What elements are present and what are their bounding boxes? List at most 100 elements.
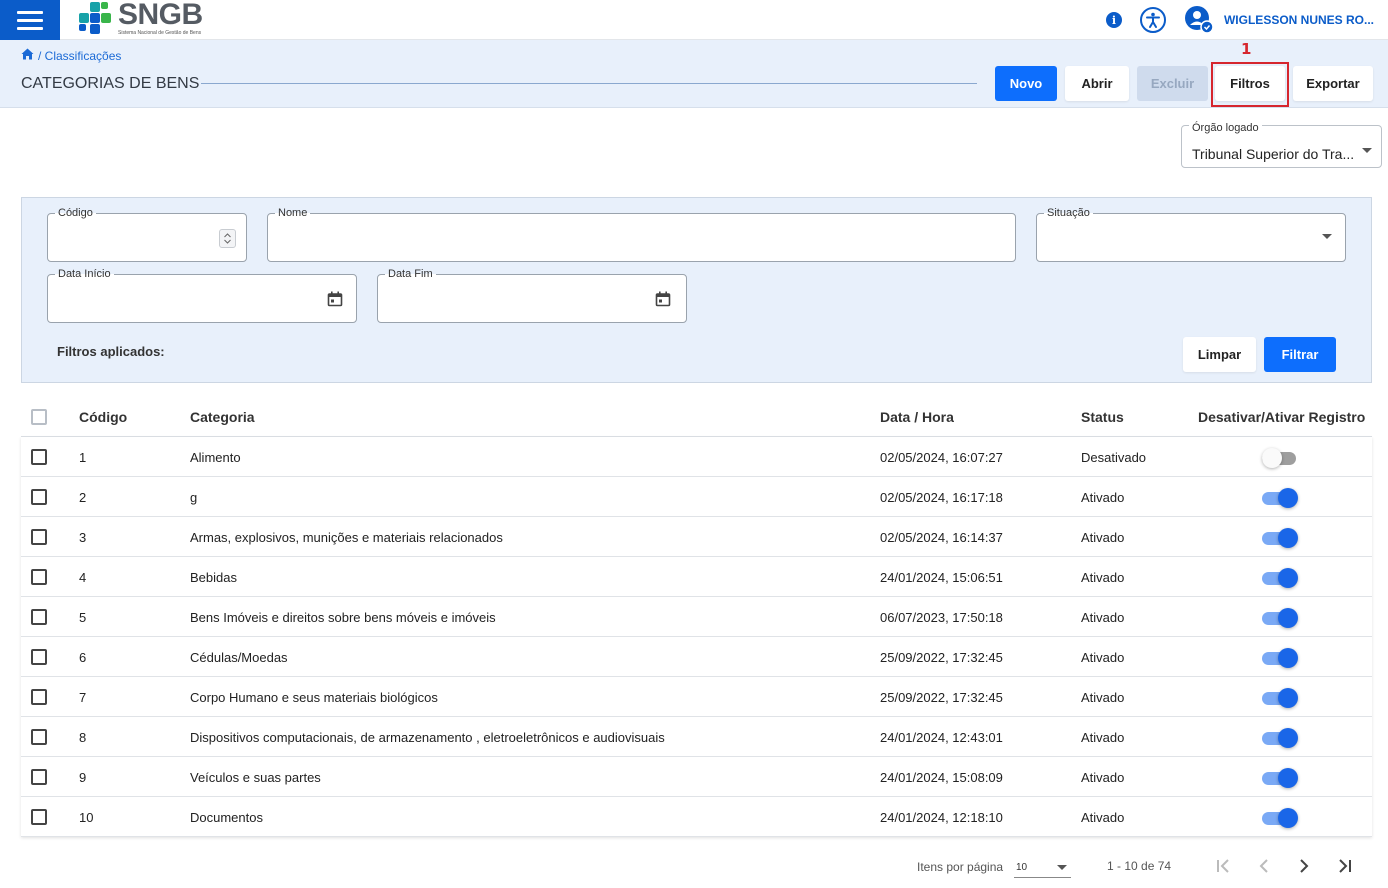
table-row[interactable]: 2 g 02/05/2024, 16:17:18 Ativado [21, 477, 1372, 517]
table-row[interactable]: 9 Veículos e suas partes 24/01/2024, 15:08… [21, 757, 1372, 797]
cell-data-hora: 24/01/2024, 12:18:10 [880, 810, 1003, 825]
data-fim-field[interactable]: Data Fim [377, 268, 687, 323]
row-checkbox[interactable] [31, 489, 47, 505]
page-size-select[interactable]: 10 [1014, 854, 1071, 878]
row-checkbox[interactable] [31, 449, 47, 465]
cell-data-hora: 25/09/2022, 17:32:45 [880, 650, 1003, 665]
exportar-button[interactable]: Exportar [1293, 66, 1373, 101]
row-checkbox[interactable] [31, 769, 47, 785]
first-page-icon[interactable] [1214, 856, 1234, 876]
row-checkbox[interactable] [31, 689, 47, 705]
orgao-logado-select[interactable]: Órgão logado Tribunal Superior do Tra... [1181, 122, 1382, 168]
filter-panel: Código Nome Situação Data Início Data Fi… [21, 197, 1372, 383]
cell-codigo: 3 [79, 530, 87, 545]
data-inicio-field[interactable]: Data Início [47, 268, 357, 323]
paginator: Itens por página 10 1 - 10 de 74 [0, 846, 1388, 886]
status-toggle[interactable] [1262, 807, 1298, 828]
annotation-number: 1 [1241, 40, 1252, 58]
header-codigo[interactable]: Código [79, 409, 127, 425]
row-checkbox[interactable] [31, 649, 47, 665]
menu-hamburger-icon[interactable] [0, 0, 60, 40]
cell-status: Ativado [1081, 810, 1125, 825]
chevron-down-icon [1057, 865, 1067, 870]
table-row[interactable]: 1 Alimento 02/05/2024, 16:07:27 Desativado [21, 437, 1372, 477]
logo-title: SNGB [118, 0, 203, 31]
header-data-hora[interactable]: Data / Hora [880, 409, 954, 425]
nome-label: Nome [275, 207, 311, 219]
breadcrumb: / Classificações [21, 48, 121, 63]
calendar-icon[interactable] [327, 291, 343, 312]
home-icon[interactable] [21, 48, 34, 63]
status-toggle[interactable] [1262, 527, 1298, 548]
last-page-icon[interactable] [1334, 856, 1354, 876]
table-row[interactable]: 3 Armas, explosivos, munições e materiais… [21, 517, 1372, 557]
table-row[interactable]: 7 Corpo Humano e seus materiais biológico… [21, 677, 1372, 717]
previous-page-icon[interactable] [1254, 856, 1274, 876]
cell-codigo: 7 [79, 690, 87, 705]
sngb-logo-mark [78, 1, 114, 35]
row-checkbox[interactable] [31, 569, 47, 585]
user-avatar-icon[interactable] [1184, 5, 1214, 35]
cell-data-hora: 24/01/2024, 15:08:09 [880, 770, 1003, 785]
top-bar: SNGB Sistema Nacional de Gestão de Bens … [0, 0, 1388, 40]
row-checkbox[interactable] [31, 729, 47, 745]
number-stepper-icon[interactable] [219, 229, 236, 248]
info-icon[interactable]: i [1105, 12, 1122, 28]
status-toggle[interactable] [1262, 647, 1298, 668]
filtrar-button[interactable]: Filtrar [1264, 337, 1336, 372]
limpar-button[interactable]: Limpar [1183, 337, 1256, 372]
row-checkbox[interactable] [31, 529, 47, 545]
situacao-label: Situação [1044, 207, 1093, 219]
header-status[interactable]: Status [1081, 409, 1124, 425]
table-row[interactable]: 10 Documentos 24/01/2024, 12:18:10 Ativado [21, 797, 1372, 837]
cell-status: Ativado [1081, 770, 1125, 785]
cell-data-hora: 24/01/2024, 15:06:51 [880, 570, 1003, 585]
cell-data-hora: 02/05/2024, 16:17:18 [880, 490, 1003, 505]
cell-data-hora: 02/05/2024, 16:14:37 [880, 530, 1003, 545]
cell-codigo: 2 [79, 490, 87, 505]
orgao-logado-value: Tribunal Superior do Tra... [1192, 146, 1355, 162]
cell-status: Desativado [1081, 450, 1147, 465]
select-all-checkbox[interactable] [31, 409, 47, 425]
table-row[interactable]: 6 Cédulas/Moedas 25/09/2022, 17:32:45 Ativa… [21, 637, 1372, 677]
cell-categoria: Corpo Humano e seus materiais biológicos [190, 690, 438, 705]
codigo-field[interactable]: Código [47, 207, 247, 262]
filtros-aplicados-label: Filtros aplicados: [57, 344, 165, 359]
status-toggle[interactable] [1262, 447, 1298, 468]
cell-data-hora: 25/09/2022, 17:32:45 [880, 690, 1003, 705]
cell-categoria: Dispositivos computacionais, de armazena… [190, 730, 665, 745]
status-toggle[interactable] [1262, 687, 1298, 708]
page-title: CATEGORIAS DE BENS [21, 75, 200, 92]
cell-categoria: g [190, 490, 198, 505]
sngb-logo[interactable]: SNGB Sistema Nacional de Gestão de Bens [78, 0, 203, 36]
status-toggle[interactable] [1262, 487, 1298, 508]
cell-codigo: 10 [79, 810, 94, 825]
cell-status: Ativado [1081, 530, 1125, 545]
table-row[interactable]: 4 Bebidas 24/01/2024, 15:06:51 Ativado [21, 557, 1372, 597]
user-name[interactable]: WIGLESSON NUNES RO... [1224, 13, 1374, 27]
abrir-button[interactable]: Abrir [1065, 66, 1129, 101]
table-row[interactable]: 8 Dispositivos computacionais, de armazen… [21, 717, 1372, 757]
cell-status: Ativado [1081, 650, 1125, 665]
breadcrumb-classificacoes[interactable]: / Classificações [38, 49, 121, 63]
status-toggle[interactable] [1262, 767, 1298, 788]
cell-categoria: Documentos [190, 810, 263, 825]
row-checkbox[interactable] [31, 809, 47, 825]
cell-codigo: 6 [79, 650, 87, 665]
header-categoria[interactable]: Categoria [190, 409, 255, 425]
cell-codigo: 9 [79, 770, 87, 785]
table-row[interactable]: 5 Bens Imóveis e direitos sobre bens móve… [21, 597, 1372, 637]
novo-button[interactable]: Novo [995, 66, 1057, 101]
items-per-page-label: Itens por página [917, 860, 1004, 874]
status-toggle[interactable] [1262, 607, 1298, 628]
situacao-select[interactable]: Situação [1036, 207, 1346, 262]
next-page-icon[interactable] [1294, 856, 1314, 876]
page-range: 1 - 10 de 74 [1107, 859, 1172, 873]
status-toggle[interactable] [1262, 567, 1298, 588]
row-checkbox[interactable] [31, 609, 47, 625]
excluir-button[interactable]: Excluir [1137, 66, 1208, 101]
calendar-icon[interactable] [655, 291, 671, 312]
status-toggle[interactable] [1262, 727, 1298, 748]
accessibility-icon[interactable] [1139, 7, 1166, 33]
nome-field[interactable]: Nome [267, 207, 1016, 262]
